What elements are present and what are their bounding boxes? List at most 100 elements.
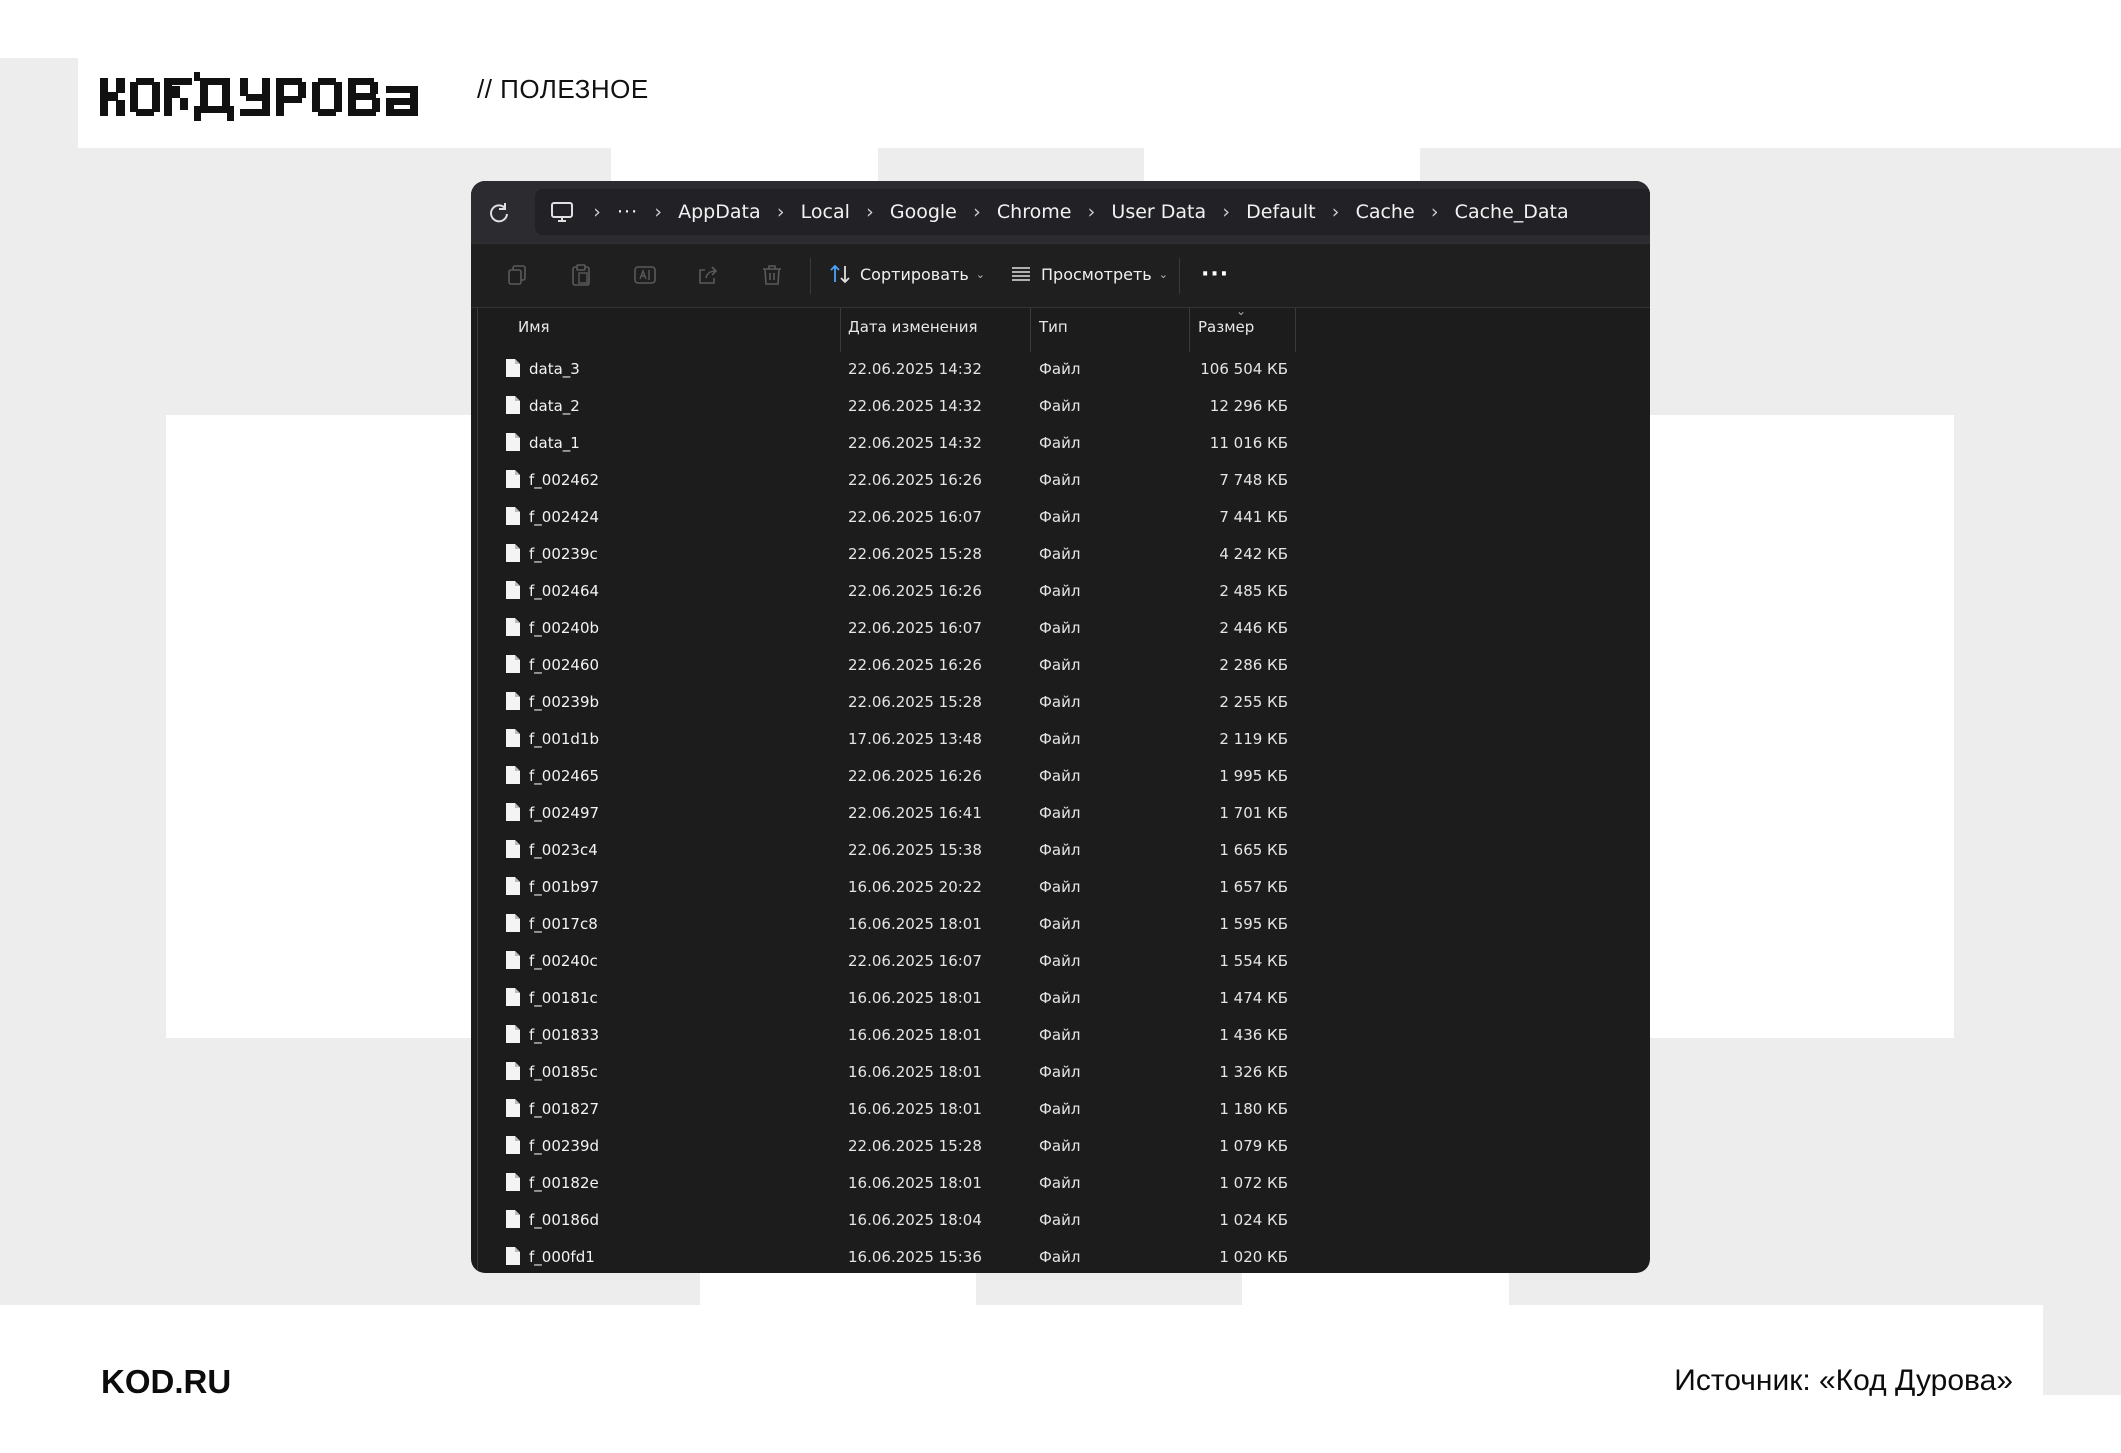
file-name: data_1 [529, 434, 580, 452]
file-icon [506, 655, 520, 673]
file-date: 16.06.2025 15:36 [848, 1248, 982, 1266]
file-row[interactable]: f_00239c 22.06.2025 15:28 Файл 4 242 КБ [471, 536, 1650, 573]
file-row[interactable]: f_002462 22.06.2025 16:26 Файл 7 748 КБ [471, 462, 1650, 499]
breadcrumb-user-data[interactable]: User Data [1111, 201, 1206, 223]
file-row[interactable]: f_00182e 16.06.2025 18:01 Файл 1 072 КБ [471, 1165, 1650, 1202]
rename-icon[interactable] [632, 262, 658, 288]
copy-icon[interactable] [505, 262, 531, 288]
file-icon [506, 1025, 520, 1043]
file-icon [506, 1136, 520, 1154]
delete-icon[interactable] [759, 262, 785, 288]
breadcrumb-google[interactable]: Google [890, 201, 957, 223]
file-date: 16.06.2025 18:01 [848, 915, 982, 933]
file-type: Файл [1039, 1174, 1081, 1192]
breadcrumb-chrome[interactable]: Chrome [997, 201, 1072, 223]
file-size: 1 020 КБ [1219, 1248, 1288, 1266]
file-row[interactable]: f_001833 16.06.2025 18:01 Файл 1 436 КБ [471, 1017, 1650, 1054]
more-path-button[interactable]: ··· [617, 201, 638, 223]
address-bar: › ··· › AppData › Local › Google › Chrom… [471, 181, 1650, 243]
this-pc-icon[interactable] [547, 197, 577, 227]
breadcrumb-appdata[interactable]: AppData [678, 201, 761, 223]
file-row[interactable]: f_00240c 22.06.2025 16:07 Файл 1 554 КБ [471, 943, 1650, 980]
file-row[interactable]: data_2 22.06.2025 14:32 Файл 12 296 КБ [471, 388, 1650, 425]
column-divider[interactable] [1189, 308, 1190, 352]
refresh-icon[interactable] [484, 197, 514, 227]
file-row[interactable]: f_002424 22.06.2025 16:07 Файл 7 441 КБ [471, 499, 1650, 536]
column-divider[interactable] [1295, 308, 1296, 352]
file-size: 1 180 КБ [1219, 1100, 1288, 1118]
paste-icon[interactable] [568, 262, 594, 288]
file-date: 16.06.2025 20:22 [848, 878, 982, 896]
file-type: Файл [1039, 878, 1081, 896]
file-date: 22.06.2025 16:07 [848, 619, 982, 637]
file-row[interactable]: f_00185c 16.06.2025 18:01 Файл 1 326 КБ [471, 1054, 1650, 1091]
column-divider[interactable] [840, 308, 841, 352]
file-icon [506, 581, 520, 599]
column-name[interactable]: Имя [518, 318, 550, 336]
chevron-right-icon: › [866, 201, 874, 223]
file-row[interactable]: f_002497 22.06.2025 16:41 Файл 1 701 КБ [471, 795, 1650, 832]
file-type: Файл [1039, 730, 1081, 748]
breadcrumb[interactable]: › ··· › AppData › Local › Google › Chrom… [535, 189, 1650, 235]
file-date: 22.06.2025 14:32 [848, 434, 982, 452]
file-row[interactable]: f_000fd1 16.06.2025 15:36 Файл 1 020 КБ [471, 1239, 1650, 1273]
file-date: 16.06.2025 18:01 [848, 1063, 982, 1081]
file-row[interactable]: f_002465 22.06.2025 16:26 Файл 1 995 КБ [471, 758, 1650, 795]
file-row[interactable]: f_00239b 22.06.2025 15:28 Файл 2 255 КБ [471, 684, 1650, 721]
file-row[interactable]: f_0017c8 16.06.2025 18:01 Файл 1 595 КБ [471, 906, 1650, 943]
file-date: 16.06.2025 18:01 [848, 1174, 982, 1192]
file-date: 22.06.2025 16:41 [848, 804, 982, 822]
bg-block-right-bottom [2043, 1305, 2121, 1395]
file-date: 22.06.2025 16:26 [848, 471, 982, 489]
file-size: 1 665 КБ [1219, 841, 1288, 859]
file-row[interactable]: f_002460 22.06.2025 16:26 Файл 2 286 КБ [471, 647, 1650, 684]
file-type: Файл [1039, 915, 1081, 933]
view-button[interactable]: Просмотреть ⌄ [1009, 262, 1168, 286]
file-size: 1 436 КБ [1219, 1026, 1288, 1044]
share-icon[interactable] [695, 262, 721, 288]
column-type[interactable]: Тип [1039, 318, 1068, 336]
file-size: 1 024 КБ [1219, 1211, 1288, 1229]
file-name: f_0017c8 [529, 915, 598, 933]
file-row[interactable]: f_00240b 22.06.2025 16:07 Файл 2 446 КБ [471, 610, 1650, 647]
file-icon [506, 803, 520, 821]
file-date: 16.06.2025 18:04 [848, 1211, 982, 1229]
file-name: f_0023c4 [529, 841, 598, 859]
chevron-right-icon: › [593, 201, 601, 223]
file-size: 1 554 КБ [1219, 952, 1288, 970]
file-row[interactable]: f_001827 16.06.2025 18:01 Файл 1 180 КБ [471, 1091, 1650, 1128]
file-date: 22.06.2025 16:26 [848, 582, 982, 600]
file-row[interactable]: f_001d1b 17.06.2025 13:48 Файл 2 119 КБ [471, 721, 1650, 758]
breadcrumb-cache[interactable]: Cache [1356, 201, 1415, 223]
file-name: f_001833 [529, 1026, 600, 1044]
file-row[interactable]: f_0023c4 22.06.2025 15:38 Файл 1 665 КБ [471, 832, 1650, 869]
column-date[interactable]: Дата изменения [848, 318, 978, 336]
breadcrumb-default[interactable]: Default [1246, 201, 1315, 223]
file-type: Файл [1039, 952, 1081, 970]
file-size: 1 474 КБ [1219, 989, 1288, 1007]
breadcrumb-cache-data[interactable]: Cache_Data [1455, 201, 1569, 223]
file-type: Файл [1039, 619, 1081, 637]
column-divider[interactable] [1030, 308, 1031, 352]
file-row[interactable]: f_001b97 16.06.2025 20:22 Файл 1 657 КБ [471, 869, 1650, 906]
file-date: 22.06.2025 16:07 [848, 508, 982, 526]
chevron-right-icon: › [776, 201, 785, 223]
file-row[interactable]: f_00239d 22.06.2025 15:28 Файл 1 079 КБ [471, 1128, 1650, 1165]
file-type: Файл [1039, 434, 1081, 452]
command-bar: Сортировать ⌄ Просмотреть ⌄ ··· [471, 243, 1650, 308]
file-icon [506, 396, 520, 414]
file-date: 22.06.2025 15:28 [848, 545, 982, 563]
file-row[interactable]: data_1 22.06.2025 14:32 Файл 11 016 КБ [471, 425, 1650, 462]
file-row[interactable]: f_002464 22.06.2025 16:26 Файл 2 485 КБ [471, 573, 1650, 610]
breadcrumb-local[interactable]: Local [801, 201, 850, 223]
file-row[interactable]: f_00186d 16.06.2025 18:04 Файл 1 024 КБ [471, 1202, 1650, 1239]
file-type: Файл [1039, 656, 1081, 674]
file-row[interactable]: data_3 22.06.2025 14:32 Файл 106 504 КБ [471, 351, 1650, 388]
column-size[interactable]: Размер [1198, 318, 1254, 336]
file-icon [506, 877, 520, 895]
file-icon [506, 507, 520, 525]
sort-button[interactable]: Сортировать ⌄ [828, 262, 985, 286]
more-options-button[interactable]: ··· [1201, 262, 1229, 287]
chevron-right-icon: › [1331, 201, 1340, 223]
file-row[interactable]: f_00181c 16.06.2025 18:01 Файл 1 474 КБ [471, 980, 1650, 1017]
